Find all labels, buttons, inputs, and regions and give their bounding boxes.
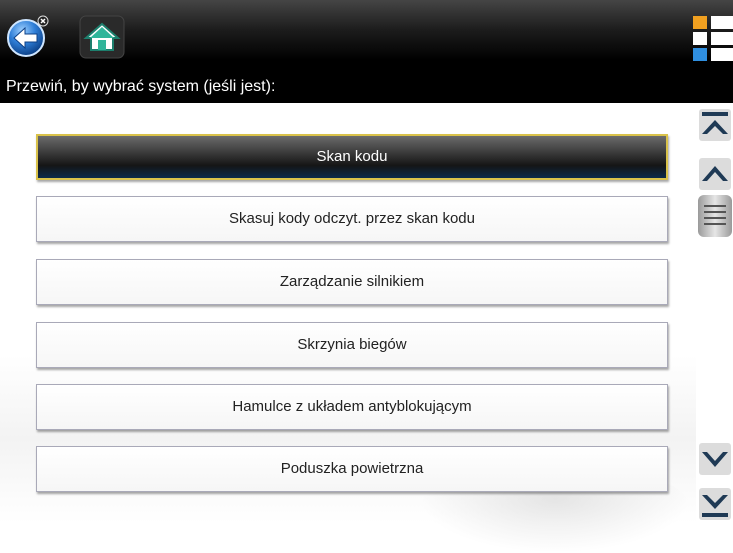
scroll-to-top-icon	[699, 109, 731, 141]
list-item-transmission[interactable]: Skrzynia biegów	[36, 322, 668, 368]
scroll-thumb[interactable]	[698, 195, 732, 237]
scroll-down-icon	[699, 443, 731, 475]
home-button[interactable]	[78, 12, 126, 60]
list-item-code-scan[interactable]: Skan kodu	[36, 134, 668, 180]
scroll-top-button[interactable]	[698, 108, 732, 142]
thumb-grip	[704, 217, 726, 219]
scroll-up-icon	[699, 158, 731, 190]
scroll-bottom-button[interactable]	[698, 487, 732, 521]
scroll-down-button[interactable]	[698, 442, 732, 476]
list-item-airbag[interactable]: Poduszka powietrzna	[36, 446, 668, 492]
scroll-to-bottom-icon	[699, 488, 731, 520]
list-item-abs-brakes[interactable]: Hamulce z układem antyblokującym	[36, 384, 668, 430]
back-button[interactable]	[4, 12, 52, 60]
thumb-grip	[704, 205, 726, 207]
home-icon	[79, 15, 125, 59]
list-item-clear-codes[interactable]: Skasuj kody odczyt. przez skan kodu	[36, 196, 668, 242]
scroll-up-button[interactable]	[698, 157, 732, 191]
thumb-grip	[704, 211, 726, 213]
list-item-engine-management[interactable]: Zarządzanie silnikiem	[36, 259, 668, 305]
instruction-text: Przewiń, by wybrać system (jeśli jest):	[0, 70, 733, 103]
scrollbar[interactable]	[696, 103, 733, 523]
back-arrow-icon	[7, 15, 49, 57]
view-list-icon	[693, 16, 733, 61]
view-toggle-button[interactable]	[693, 16, 733, 62]
top-toolbar	[0, 0, 733, 70]
thumb-grip	[704, 223, 726, 225]
